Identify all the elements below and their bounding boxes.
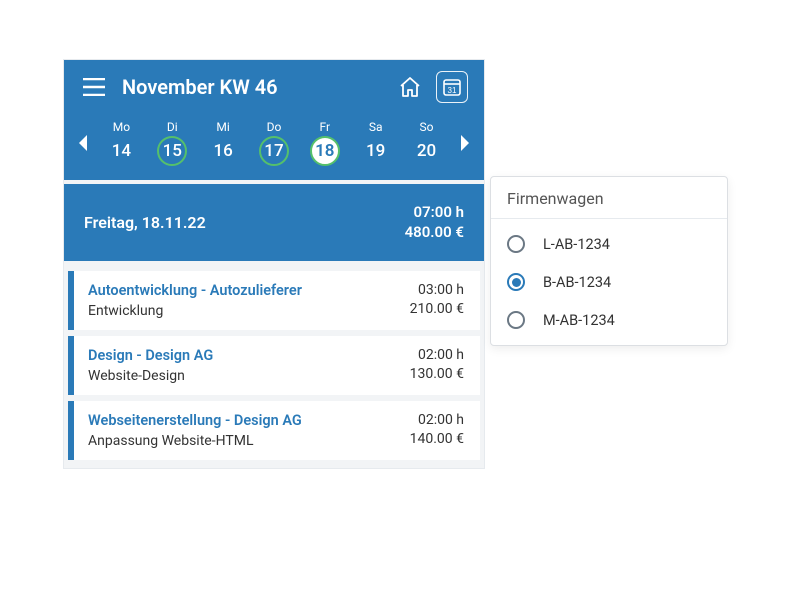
entry-left: Autoentwicklung - Autozulieferer Entwickl… — [88, 282, 410, 319]
summary-amount: 480.00 € — [405, 222, 464, 242]
entry-amount: 130.00 € — [410, 365, 464, 385]
entry-hours: 03:00 h — [410, 281, 464, 301]
menu-button[interactable] — [80, 78, 108, 96]
day-dow: Mo — [99, 120, 143, 134]
entry-left: Webseitenerstellung - Design AG Anpassung… — [88, 412, 410, 449]
day-dow: Do — [252, 120, 296, 134]
day-cell-do[interactable]: Do 17 — [252, 120, 296, 166]
vehicle-options: L-AB-1234 B-AB-1234 M-AB-1234 — [491, 219, 727, 345]
calendar-button[interactable]: 31 — [436, 71, 468, 103]
entry-title: Webseitenerstellung - Design AG — [88, 412, 410, 429]
entry-row[interactable]: Autoentwicklung - Autozulieferer Entwickl… — [68, 271, 480, 330]
entry-amount: 140.00 € — [410, 430, 464, 450]
titlebar: November KW 46 31 — [64, 60, 484, 114]
vehicle-option[interactable]: L-AB-1234 — [491, 225, 727, 263]
entry-right: 03:00 h210.00 € — [410, 281, 464, 320]
vehicle-option[interactable]: B-AB-1234 — [491, 263, 727, 301]
day-dow: Fr — [303, 120, 347, 134]
entry-hours: 02:00 h — [410, 346, 464, 366]
day-dow: Di — [150, 120, 194, 134]
summary-date: Freitag, 18.11.22 — [84, 213, 405, 232]
summary-hours: 07:00 h — [405, 202, 464, 222]
vehicle-option-label: L-AB-1234 — [543, 236, 610, 253]
entry-subtitle: Website-Design — [88, 368, 410, 384]
header: November KW 46 31 Mo 14 Di 15 Mi 16 Do 17 Fr 18 Sa… — [64, 60, 484, 180]
day-number: 14 — [106, 136, 136, 166]
entries-list: Autoentwicklung - Autozulieferer Entwickl… — [64, 261, 484, 469]
vehicle-option-label: B-AB-1234 — [543, 274, 611, 291]
entry-title: Design - Design AG — [88, 347, 410, 364]
chevron-left-icon — [76, 133, 90, 153]
day-dow: Sa — [354, 120, 398, 134]
entry-row[interactable]: Webseitenerstellung - Design AG Anpassung… — [68, 401, 480, 460]
day-cell-mo[interactable]: Mo 14 — [99, 120, 143, 166]
day-cell-mi[interactable]: Mi 16 — [201, 120, 245, 166]
day-number: 19 — [361, 136, 391, 166]
radio-icon — [507, 235, 525, 253]
day-number: 18 — [310, 136, 340, 166]
entry-subtitle: Entwicklung — [88, 303, 410, 319]
page-title: November KW 46 — [122, 75, 394, 99]
entry-hours: 02:00 h — [410, 411, 464, 431]
entry-title: Autoentwicklung - Autozulieferer — [88, 282, 410, 299]
week-navigator: Mo 14 Di 15 Mi 16 Do 17 Fr 18 Sa 19 So 20 — [64, 114, 484, 180]
radio-icon — [507, 273, 525, 291]
vehicle-popover: Firmenwagen L-AB-1234 B-AB-1234 M-AB-1234 — [490, 176, 728, 346]
vehicle-option[interactable]: M-AB-1234 — [491, 301, 727, 339]
day-number: 15 — [157, 136, 187, 166]
entry-amount: 210.00 € — [410, 300, 464, 320]
svg-text:31: 31 — [448, 86, 457, 95]
calendar-icon: 31 — [442, 77, 462, 97]
days-row: Mo 14 Di 15 Mi 16 Do 17 Fr 18 Sa 19 So 20 — [96, 120, 452, 166]
day-cell-fr[interactable]: Fr 18 — [303, 120, 347, 166]
entry-right: 02:00 h130.00 € — [410, 346, 464, 385]
hamburger-icon — [83, 78, 105, 96]
entry-subtitle: Anpassung Website-HTML — [88, 433, 410, 449]
time-tracking-panel: November KW 46 31 Mo 14 Di 15 Mi 16 Do 17 Fr 18 Sa… — [64, 60, 484, 468]
day-cell-di[interactable]: Di 15 — [150, 120, 194, 166]
day-number: 17 — [259, 136, 289, 166]
home-icon — [399, 77, 421, 97]
radio-icon — [507, 311, 525, 329]
prev-week-button[interactable] — [70, 133, 96, 153]
day-number: 16 — [208, 136, 238, 166]
day-summary: Freitag, 18.11.22 07:00 h 480.00 € — [64, 184, 484, 261]
home-button[interactable] — [394, 71, 426, 103]
day-cell-sa[interactable]: Sa 19 — [354, 120, 398, 166]
entry-row[interactable]: Design - Design AG Website-Design02:00 h1… — [68, 336, 480, 395]
next-week-button[interactable] — [452, 133, 478, 153]
day-dow: Mi — [201, 120, 245, 134]
chevron-right-icon — [458, 133, 472, 153]
entry-left: Design - Design AG Website-Design — [88, 347, 410, 384]
day-number: 20 — [411, 136, 441, 166]
popover-title: Firmenwagen — [491, 177, 727, 219]
day-dow: So — [404, 120, 448, 134]
day-cell-so[interactable]: So 20 — [404, 120, 448, 166]
summary-totals: 07:00 h 480.00 € — [405, 202, 464, 243]
vehicle-option-label: M-AB-1234 — [543, 312, 615, 329]
entry-right: 02:00 h140.00 € — [410, 411, 464, 450]
